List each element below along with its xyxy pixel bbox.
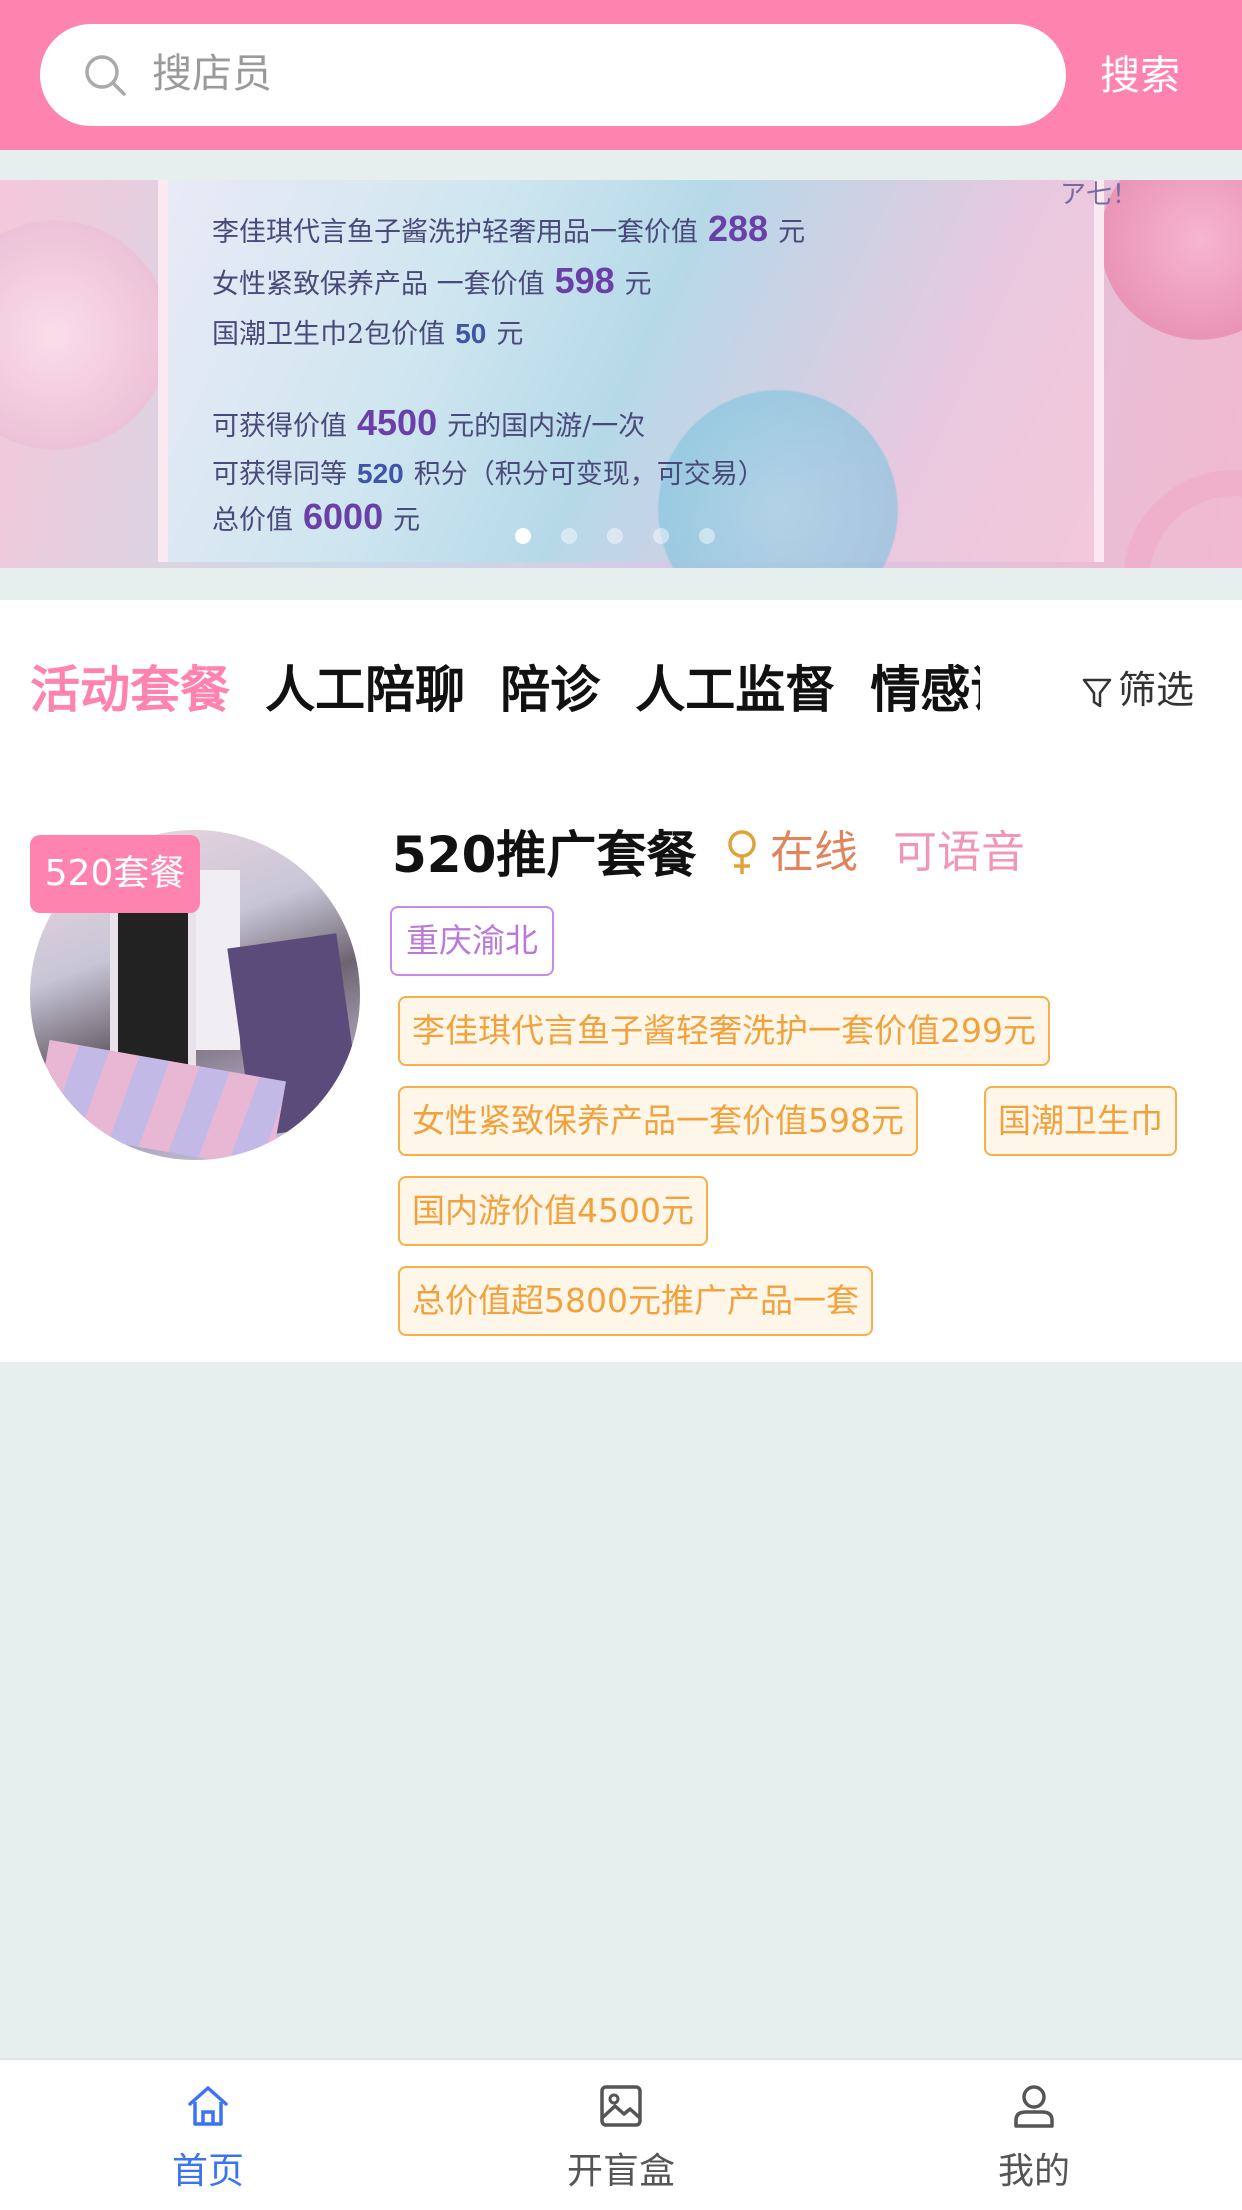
carousel-dot[interactable] [699,528,715,544]
promo-banner[interactable]: 李佳琪代言鱼子酱洗护轻奢用品一套价值 288 元 女性紧致保养产品 一套价值 598 元… [0,180,1242,568]
feature-tag: 国内游价值4500元 [398,1176,708,1246]
nav-home-label: 首页 [171,2151,244,2192]
feature-tag: 总价值超5800元推广产品一套 [398,1266,873,1336]
nav-blind-box-label: 开盲盒 [566,2151,675,2192]
online-status: 在线 [770,827,858,878]
voice-available: 可语音 [893,827,1025,878]
category-tabs: 活动套餐 人工陪聊 陪诊 人工监督 情感谘 [30,650,980,730]
banner-line: 李佳琪代言鱼子酱洗护轻奢用品一套价值 288 元 [212,208,806,249]
feature-tag: 国潮卫生巾 [984,1086,1177,1156]
user-icon [1014,2085,1054,2128]
package-badge: 520套餐 [30,835,200,913]
search-button[interactable]: 搜索 [1100,48,1180,104]
search-icon [85,55,126,96]
location-tag: 重庆渝北 [390,906,554,976]
nav-blind-box[interactable]: 开盲盒 [471,2060,771,2210]
home-icon [188,2086,228,2126]
content-panel: 活动套餐 人工陪聊 陪诊 人工监督 情感谘 筛选 520套餐 520推广套餐 在… [0,600,1242,1362]
list-item[interactable]: 520套餐 520推广套餐 在线 可语音 重庆渝北 李佳琪代言鱼子酱轻奢洗护一套… [0,780,1242,1340]
tab-manual-supervision[interactable]: 人工监督 [635,650,835,730]
nav-profile-label: 我的 [997,2151,1070,2192]
tab-activity-package[interactable]: 活动套餐 [30,650,230,730]
tab-manual-chat[interactable]: 人工陪聊 [265,650,465,730]
banner-decoration [0,220,170,450]
package-title: 520推广套餐 [392,826,697,884]
banner-line: 可获得同等 520 积分（积分可变现，可交易） [212,458,765,490]
header-bar: 搜店员 搜索 [0,0,1242,150]
feature-tag: 女性紧致保养产品一套价值598元 [398,1086,918,1156]
carousel-dot[interactable] [607,528,623,544]
tab-emotional-consult[interactable]: 情感谘 [870,650,980,730]
image-icon [600,2085,642,2127]
carousel-dot[interactable] [653,528,669,544]
filter-button[interactable]: 筛选 [1082,658,1194,722]
tab-medical-escort[interactable]: 陪诊 [500,650,600,730]
thumb-product [110,900,196,1076]
banner-line: 国潮卫生巾2包价值 50 元 [212,318,524,350]
carousel-dot[interactable] [561,528,577,544]
carousel-indicator [515,528,745,548]
nav-home[interactable]: 首页 [58,2060,358,2210]
nav-profile[interactable]: 我的 [884,2060,1184,2210]
banner-line: 女性紧致保养产品 一套价值 598 元 [212,260,652,301]
filter-icon [1082,678,1112,707]
carousel-dot[interactable] [515,528,531,544]
banner-line: 可获得价值 4500 元的国内游/一次 [212,402,646,443]
search-input[interactable]: 搜店员 [40,24,1066,126]
filter-label: 筛选 [1118,668,1195,712]
feature-tag: 李佳琪代言鱼子酱轻奢洗护一套价值299元 [398,996,1050,1066]
search-placeholder: 搜店员 [152,51,272,97]
banner-corner-text: ア七！ [1060,180,1139,210]
banner-decoration [1123,470,1242,568]
bottom-navigation: 首页 开盲盒 我的 [0,2058,1242,2210]
female-icon [728,830,756,874]
banner-line: 总价值 6000 元 [212,496,421,537]
